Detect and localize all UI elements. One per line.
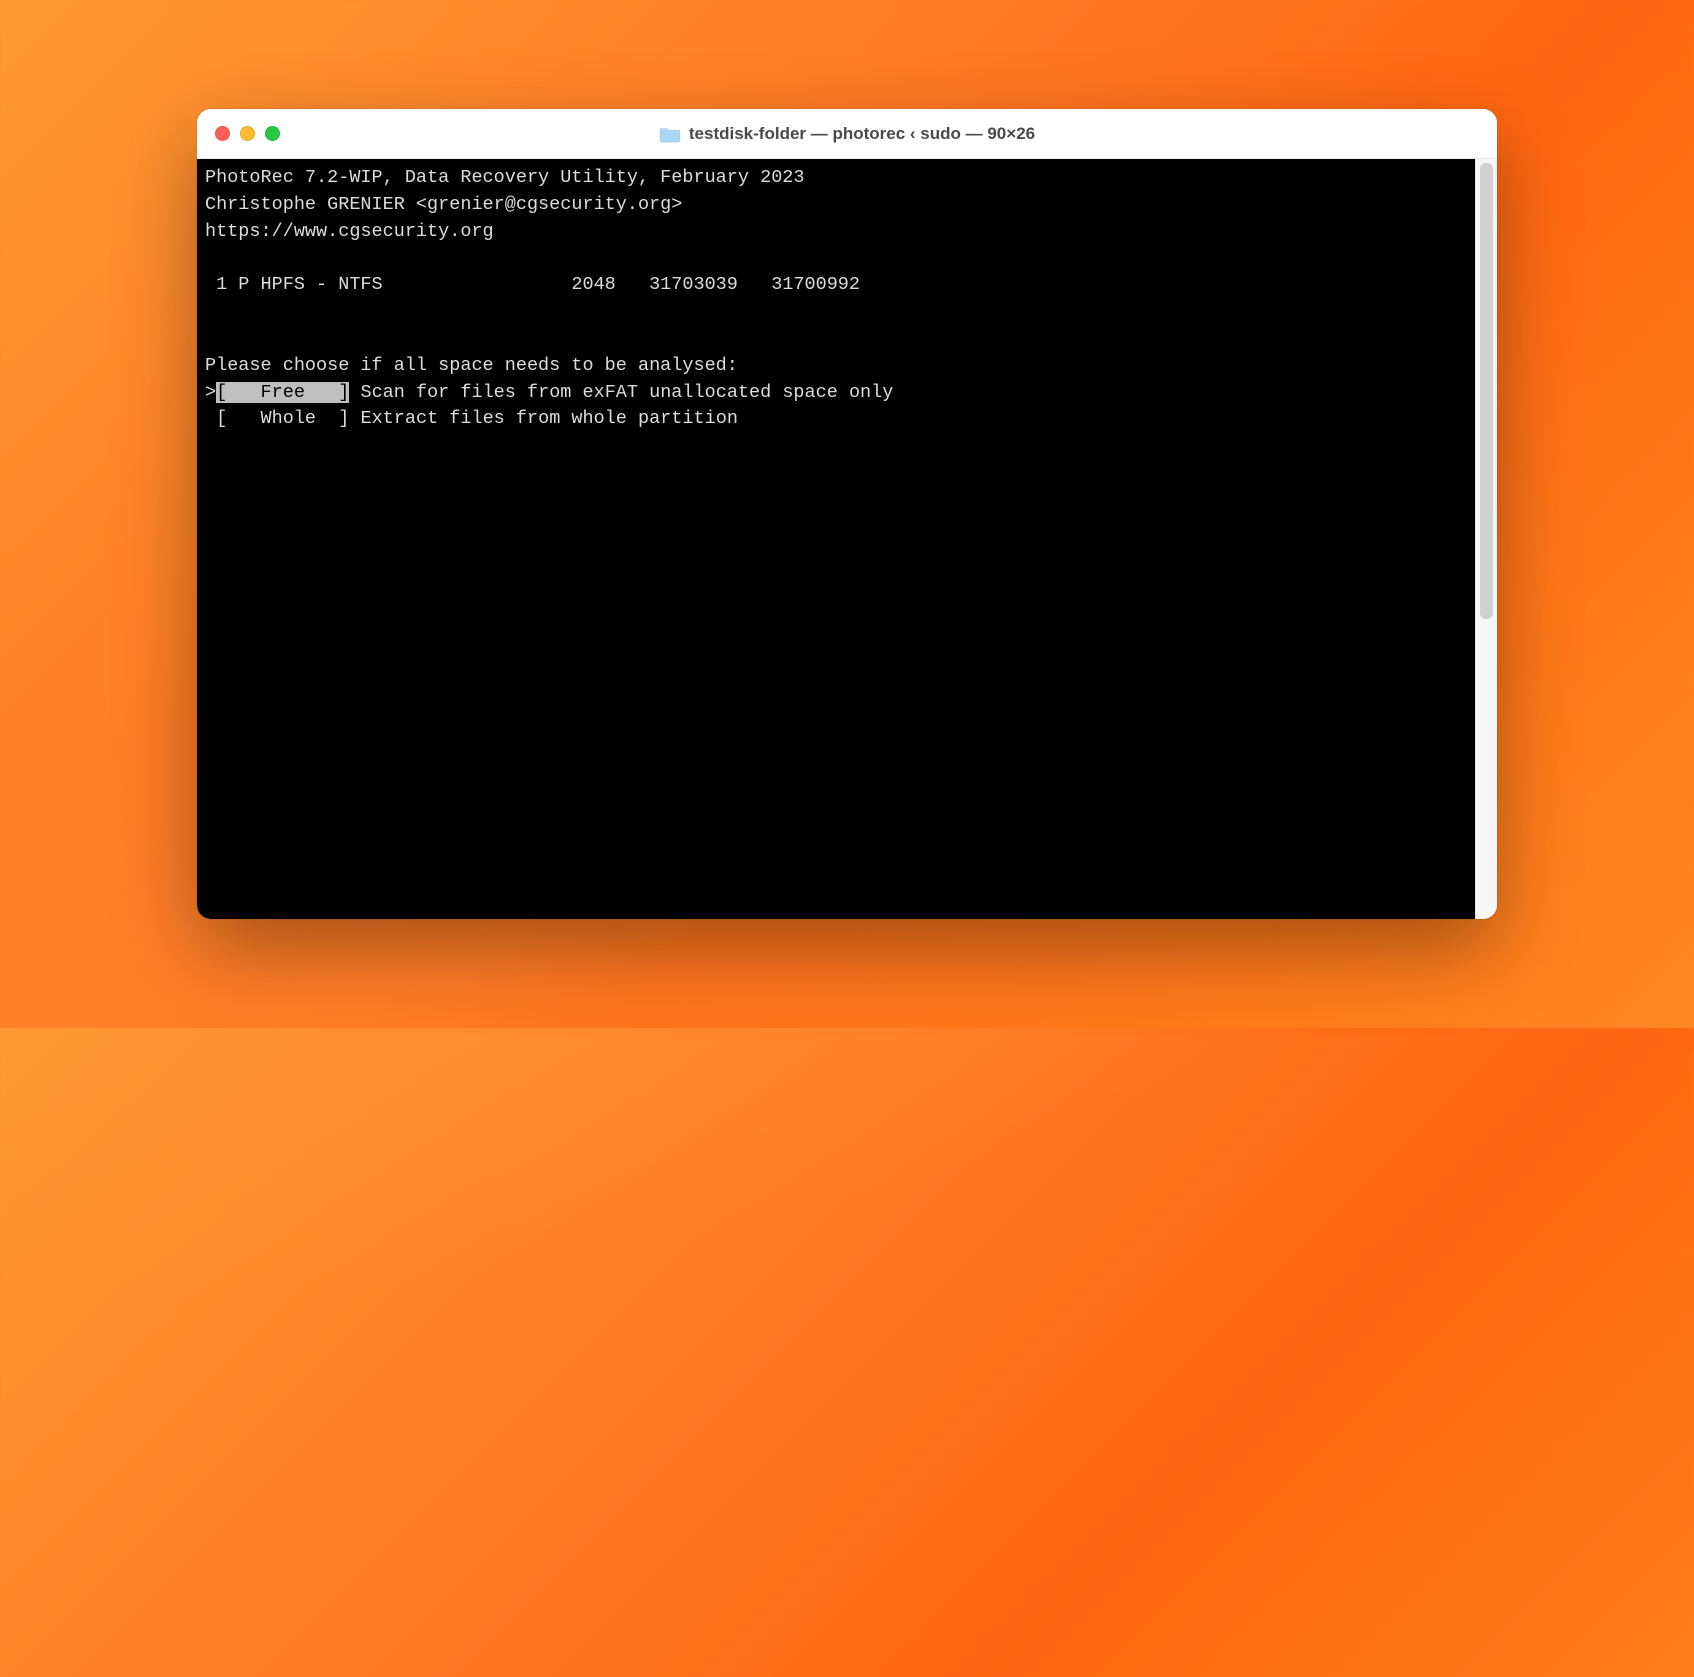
content-row: PhotoRec 7.2-WIP, Data Recovery Utility,… (197, 159, 1497, 919)
header-line-1: PhotoRec 7.2-WIP, Data Recovery Utility,… (205, 167, 805, 188)
terminal-window: testdisk-folder — photorec ‹ sudo — 90×2… (197, 109, 1497, 919)
header-line-2: Christophe GRENIER <grenier@cgsecurity.o… (205, 194, 682, 215)
folder-icon (659, 125, 681, 143)
scrollbar-thumb[interactable] (1480, 163, 1493, 619)
scrollbar[interactable] (1475, 159, 1497, 919)
titlebar: testdisk-folder — photorec ‹ sudo — 90×2… (197, 109, 1497, 159)
header-line-3: https://www.cgsecurity.org (205, 221, 494, 242)
minimize-button[interactable] (240, 126, 255, 141)
option-free-bracket: [ Free ] (216, 382, 349, 403)
option-whole[interactable]: [ Whole ] Extract files from whole parti… (205, 408, 738, 429)
option-free[interactable]: >[ Free ] Scan for files from exFAT unal… (205, 382, 893, 403)
window-title: testdisk-folder — photorec ‹ sudo — 90×2… (689, 124, 1035, 144)
traffic-lights (215, 126, 280, 141)
terminal-view[interactable]: PhotoRec 7.2-WIP, Data Recovery Utility,… (197, 159, 1475, 919)
partition-line: 1 P HPFS - NTFS 2048 31703039 31700992 (205, 274, 860, 295)
close-button[interactable] (215, 126, 230, 141)
title-wrap: testdisk-folder — photorec ‹ sudo — 90×2… (197, 124, 1497, 144)
prompt-line: Please choose if all space needs to be a… (205, 355, 738, 376)
zoom-button[interactable] (265, 126, 280, 141)
